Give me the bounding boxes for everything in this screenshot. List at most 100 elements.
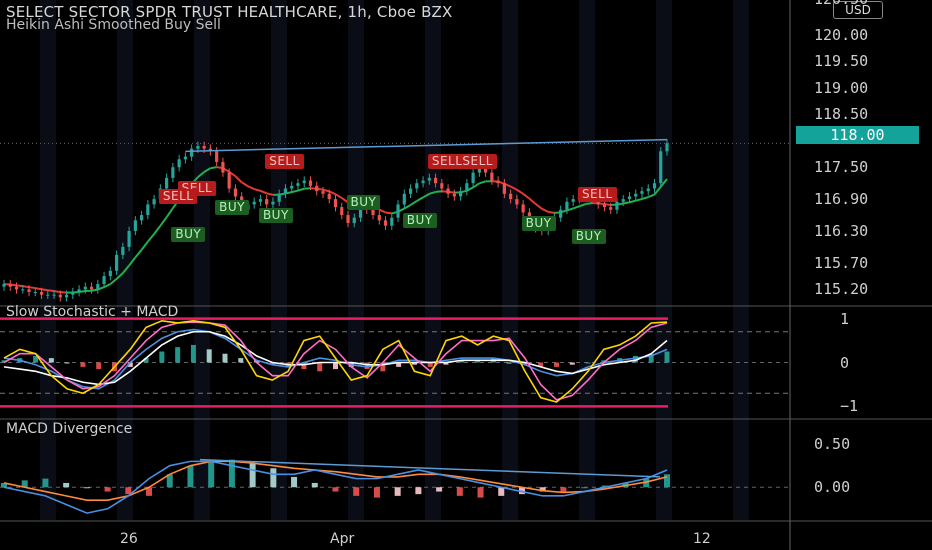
histogram-bar — [48, 358, 54, 363]
candle-body — [421, 180, 425, 184]
smoothed-line-segment — [528, 197, 537, 205]
candle-body — [502, 183, 506, 194]
price-axis-tick: 117.50 — [814, 158, 869, 177]
session-column — [502, 0, 518, 520]
candle-body — [352, 217, 356, 224]
candle-body — [371, 209, 375, 216]
histogram-bar — [63, 482, 70, 488]
smoothed-line-segment — [334, 193, 343, 199]
candle-body — [2, 284, 6, 287]
smoothed-line-segment — [109, 278, 118, 285]
candle-body — [221, 161, 225, 173]
histogram-bar — [187, 465, 194, 488]
smoothed-line-segment — [541, 207, 549, 213]
chart-canvas[interactable] — [0, 0, 932, 550]
histogram-bar — [270, 468, 277, 488]
k-line — [3, 319, 668, 403]
candle-body — [471, 172, 475, 184]
smoothed-line-segment — [322, 188, 330, 193]
candle-body — [183, 156, 187, 160]
buy-signal-label: BUY — [346, 194, 381, 210]
histogram-bar — [42, 478, 49, 488]
smoothed-line-segment — [641, 196, 649, 200]
candle-body — [640, 191, 644, 194]
candle-body — [333, 199, 338, 208]
candle-body — [152, 199, 156, 205]
candle-body — [408, 188, 413, 194]
candle-body — [177, 159, 181, 168]
candle-body — [440, 183, 444, 189]
candle-body — [265, 199, 269, 205]
indicator-axis-tick: 1 — [840, 309, 850, 328]
smoothed-line-segment — [572, 205, 580, 210]
smoothed-line-segment — [153, 225, 162, 235]
price-axis-tick: 116.30 — [814, 221, 869, 240]
candle-body — [96, 284, 100, 290]
histogram-bar — [585, 362, 591, 364]
smoothed-line-segment — [304, 187, 311, 190]
histogram-bar — [96, 362, 102, 370]
candle-body — [33, 292, 37, 294]
histogram-bar — [373, 487, 380, 498]
candle-body — [327, 193, 331, 200]
indicator-axis-tick: 0.50 — [814, 435, 851, 454]
histogram-bar — [554, 362, 559, 367]
histogram-bar — [353, 487, 360, 496]
histogram-bar — [311, 482, 318, 488]
smoothed-line-segment — [234, 175, 243, 183]
session-column — [348, 0, 364, 520]
buy-signal-label: BUY — [521, 216, 556, 231]
smoothed-line-segment — [547, 210, 555, 214]
smoothed-line-segment — [535, 203, 543, 210]
smoothed-line-segment — [378, 208, 386, 214]
candle-body — [102, 276, 106, 285]
smoothed-line-segment — [241, 181, 249, 188]
histogram-bar — [190, 344, 196, 363]
candle-body — [609, 207, 613, 210]
indicator-title: Heikin Ashi Smoothed Buy Sell — [6, 17, 221, 33]
smoothed-line-segment — [159, 216, 168, 227]
smoothed-line-segment — [647, 193, 655, 199]
smoothed-line-segment — [16, 284, 23, 288]
smoothed-line-segment — [479, 180, 486, 185]
price-axis-tick: 119.00 — [814, 78, 869, 97]
candle-body — [665, 143, 669, 152]
histogram-bar — [436, 487, 443, 492]
smoothed-line-segment — [35, 287, 42, 291]
candle-body — [52, 294, 56, 296]
histogram-bar — [64, 362, 70, 364]
candle-body — [390, 217, 394, 226]
histogram-bar — [228, 459, 235, 488]
histogram-bar — [560, 487, 567, 492]
smoothed-line-segment — [522, 193, 531, 200]
candle-body — [415, 183, 419, 189]
price-axis-tick: 115.70 — [814, 253, 869, 272]
histogram-bar — [664, 351, 670, 363]
candle-body — [89, 286, 94, 290]
candle-body — [377, 215, 381, 221]
histogram-bar — [83, 487, 90, 489]
candle-body — [396, 204, 400, 218]
candle-body — [496, 180, 500, 184]
histogram-bar — [208, 461, 215, 488]
histogram-bar — [317, 362, 323, 372]
session-column — [40, 0, 56, 520]
candle-body — [302, 180, 306, 184]
histogram-bar — [80, 362, 86, 367]
smoothed-line-segment — [629, 199, 636, 204]
histogram-bar — [332, 487, 339, 492]
histogram-bar — [222, 353, 228, 363]
candle-body — [509, 193, 513, 200]
candle-body — [114, 254, 119, 271]
candle-body — [165, 177, 169, 189]
candle-body — [108, 270, 112, 277]
session-column — [733, 0, 749, 520]
price-axis-tick: 116.90 — [814, 190, 869, 209]
smoothed-line-segment — [253, 188, 261, 192]
buy-signal-label: BUY — [258, 208, 293, 224]
histogram-bar — [175, 347, 181, 363]
candle-body — [252, 201, 256, 205]
session-column — [656, 0, 672, 520]
histogram-bar — [238, 358, 244, 363]
candle-body — [21, 289, 25, 291]
